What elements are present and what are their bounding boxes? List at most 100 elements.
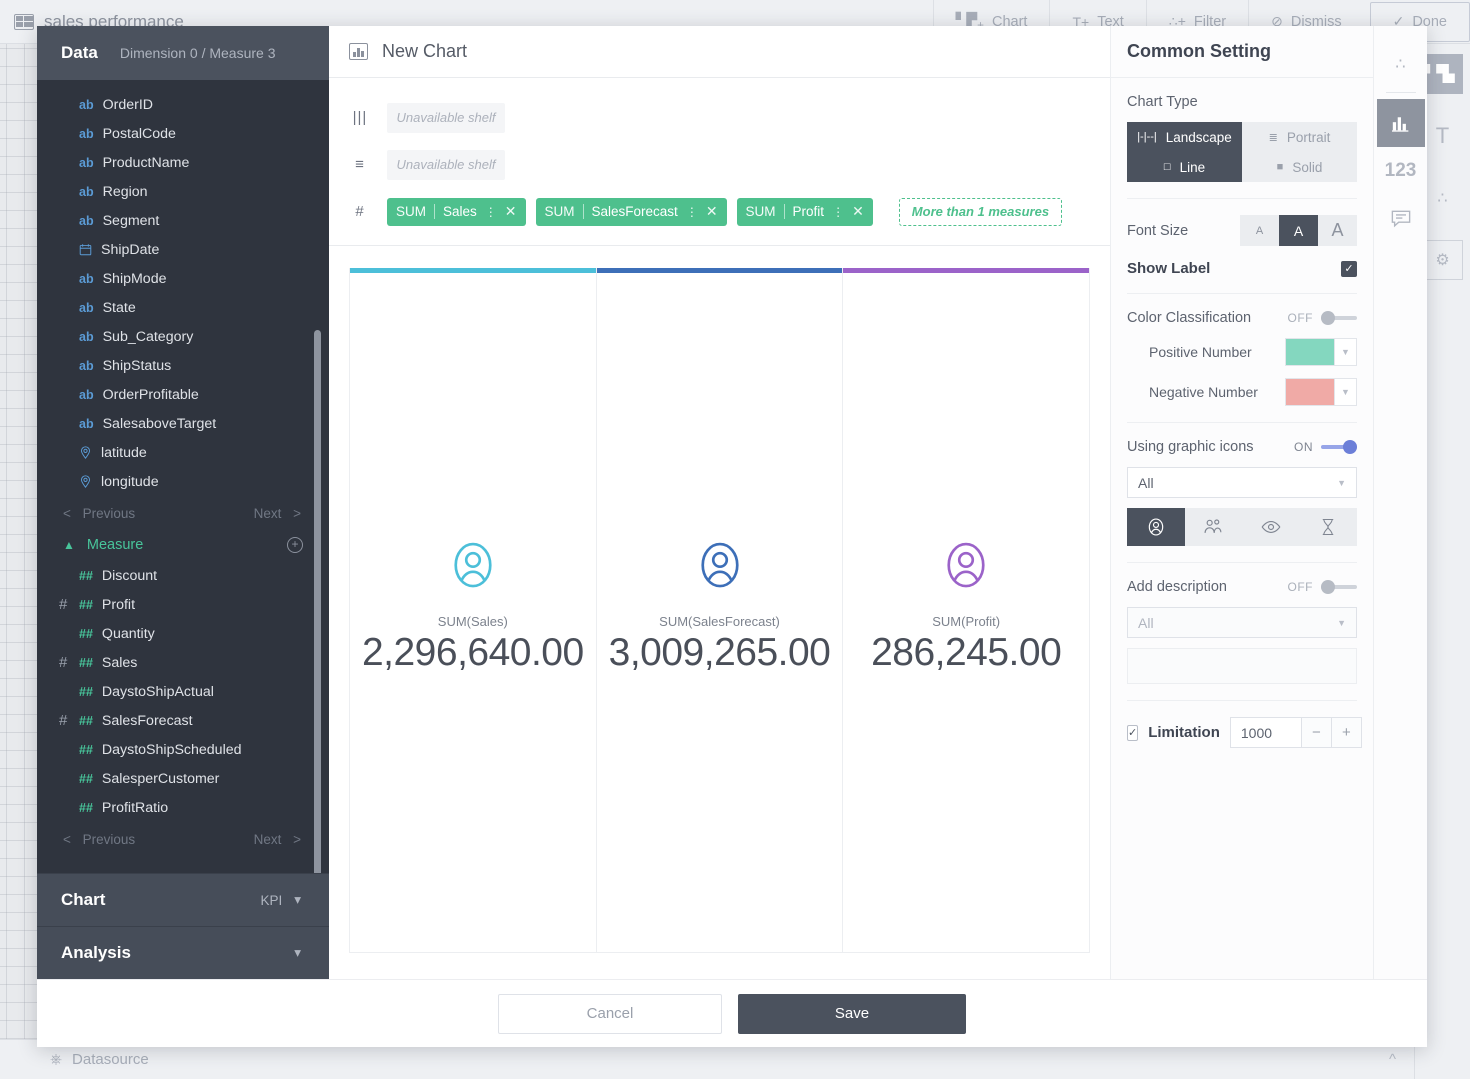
kpi-label: SUM(Sales) xyxy=(437,614,508,629)
filter-dots-icon[interactable]: ∴ xyxy=(1423,178,1463,218)
limitation-value-input[interactable]: 1000 xyxy=(1230,718,1301,747)
field-item[interactable]: ## Quantity xyxy=(37,619,329,648)
negative-number-color-picker[interactable]: ▼ xyxy=(1285,378,1357,406)
field-item[interactable]: ## Discount xyxy=(37,561,329,590)
field-item[interactable]: # ## Profit xyxy=(37,590,329,619)
font-size-small-button[interactable]: A xyxy=(1240,215,1279,246)
data-panel-scrollbar[interactable] xyxy=(314,330,321,873)
text-icon[interactable]: T xyxy=(1423,116,1463,156)
limitation-checkbox[interactable]: ✓ xyxy=(1127,724,1139,741)
field-item[interactable]: ab ShipStatus xyxy=(37,351,329,380)
pill-menu-icon[interactable]: ⋮ xyxy=(686,205,698,219)
font-size-large-button[interactable]: A xyxy=(1318,215,1357,246)
show-label-checkbox[interactable]: ✓ xyxy=(1341,260,1357,277)
field-item[interactable]: ab Sub_Category xyxy=(37,322,329,351)
kpi-card[interactable]: SUM(Profit) 286,245.00 xyxy=(843,268,1091,953)
pill-aggregation: SUM xyxy=(544,204,575,219)
group-icon[interactable] xyxy=(1184,508,1242,546)
add-description-toggle[interactable] xyxy=(1321,580,1357,594)
field-item[interactable]: ab State xyxy=(37,293,329,322)
measure-next-button[interactable]: Next > xyxy=(254,832,301,847)
pill-menu-icon[interactable]: ⋮ xyxy=(832,205,844,219)
add-description-select[interactable]: All ▼ xyxy=(1127,607,1357,638)
pill-remove-icon[interactable]: ✕ xyxy=(706,203,718,220)
field-name: Sales xyxy=(101,654,138,671)
kpi-card[interactable]: SUM(Sales) 2,296,640.00 xyxy=(349,268,597,953)
field-item[interactable]: # ## Sales xyxy=(37,648,329,677)
field-name: ShipStatus xyxy=(102,357,172,374)
chart-title[interactable]: New Chart xyxy=(382,41,467,62)
comment-icon[interactable] xyxy=(1377,195,1425,243)
limitation-decrement-button[interactable]: − xyxy=(1300,718,1331,747)
field-item[interactable]: ab ProductName xyxy=(37,148,329,177)
field-item[interactable]: ab Segment xyxy=(37,206,329,235)
measure-previous-button[interactable]: < Previous xyxy=(63,832,135,847)
chevron-up-icon[interactable]: ^ xyxy=(1389,1051,1396,1068)
chart-style-solid-button[interactable]: ■ Solid xyxy=(1242,152,1357,182)
chart-type-landscape-button[interactable]: |-|--| Landscape xyxy=(1127,122,1242,152)
field-item[interactable]: ## ProfitRatio xyxy=(37,793,329,822)
dimension-next-button[interactable]: Next > xyxy=(254,506,301,521)
add-description-toggle-wrap[interactable]: OFF xyxy=(1288,580,1357,594)
save-button[interactable]: Save xyxy=(738,993,966,1034)
chart-bar-icon[interactable]: ▘▜▖ xyxy=(1422,54,1463,94)
pill-remove-icon[interactable]: ✕ xyxy=(852,203,864,220)
pill-remove-icon[interactable]: ✕ xyxy=(505,203,517,220)
person-icon xyxy=(692,538,748,594)
shelf-row-columns: ||| Unavailable shelf xyxy=(329,94,1110,141)
toggle-knob xyxy=(1321,580,1335,594)
person-icon[interactable] xyxy=(1127,508,1185,546)
field-item[interactable]: latitude xyxy=(37,438,329,467)
eye-icon[interactable] xyxy=(1242,508,1300,546)
field-item[interactable]: ab OrderProfitable xyxy=(37,380,329,409)
rows-shelf-dropzone[interactable]: Unavailable shelf xyxy=(387,149,505,180)
positive-number-color-picker[interactable]: ▼ xyxy=(1285,338,1357,366)
measure-pill[interactable]: SUM Sales ⋮ ✕ xyxy=(387,197,526,226)
field-item[interactable]: ab ShipMode xyxy=(37,264,329,293)
graphic-icons-select[interactable]: All ▼ xyxy=(1127,467,1357,498)
color-classification-toggle-wrap[interactable]: OFF xyxy=(1288,311,1357,325)
kpi-card[interactable]: SUM(SalesForecast) 3,009,265.00 xyxy=(596,268,844,953)
kpi-value: 3,009,265.00 xyxy=(608,631,831,674)
chart-bar-icon[interactable] xyxy=(1376,99,1425,147)
dimension-previous-button[interactable]: < Previous xyxy=(63,506,135,521)
graphic-icons-toggle[interactable] xyxy=(1321,440,1357,454)
line-style-icon: □ xyxy=(1163,161,1171,173)
field-item[interactable]: ab PostalCode xyxy=(37,119,329,148)
number-123-icon[interactable]: 123 xyxy=(1377,147,1425,195)
analysis-accordion[interactable]: Analysis ▾ xyxy=(37,926,329,979)
field-item[interactable]: ## DaystoShipScheduled xyxy=(37,735,329,764)
columns-shelf-dropzone[interactable]: Unavailable shelf xyxy=(387,102,505,133)
show-label-label: Show Label xyxy=(1127,260,1211,277)
field-item[interactable]: ShipDate xyxy=(37,235,329,264)
measure-group-header[interactable]: ▲ Measure + xyxy=(37,525,329,561)
measure-pager: < Previous Next > xyxy=(37,822,329,851)
field-item[interactable]: ## SalesperCustomer xyxy=(37,764,329,793)
more-measures-hint[interactable]: More than 1 measures xyxy=(898,197,1063,226)
field-item[interactable]: longitude xyxy=(37,467,329,496)
add-measure-button[interactable]: + xyxy=(287,537,303,553)
cancel-button[interactable]: Cancel xyxy=(498,993,722,1034)
negative-color-swatch xyxy=(1286,379,1334,405)
color-classification-toggle[interactable] xyxy=(1321,311,1357,325)
chart-accordion[interactable]: Chart KPI ▾ xyxy=(37,873,329,926)
field-item[interactable]: # ## SalesForecast xyxy=(37,706,329,735)
field-item[interactable]: ## DaystoShipActual xyxy=(37,677,329,706)
gear-box-icon[interactable]: ⚙ xyxy=(1422,240,1463,280)
chart-style-line-button[interactable]: □ Line xyxy=(1127,152,1242,182)
add-description-textarea[interactable] xyxy=(1127,648,1357,684)
number-123-label: 123 xyxy=(1384,160,1417,181)
field-type-icon: ## xyxy=(79,568,93,583)
field-item[interactable]: ab Region xyxy=(37,177,329,206)
filter-dots-icon[interactable]: ∴ xyxy=(1377,40,1425,88)
field-item[interactable]: ab OrderID xyxy=(37,90,329,119)
chart-type-portrait-button[interactable]: ≣ Portrait xyxy=(1242,122,1357,152)
hourglass-icon[interactable] xyxy=(1299,508,1357,546)
font-size-medium-button[interactable]: A xyxy=(1279,215,1318,246)
pill-menu-icon[interactable]: ⋮ xyxy=(485,205,497,219)
measure-pill[interactable]: SUM Profit ⋮ ✕ xyxy=(736,197,873,226)
field-item[interactable]: ab SalesaboveTarget xyxy=(37,409,329,438)
measure-pill[interactable]: SUM SalesForecast ⋮ ✕ xyxy=(535,197,727,226)
limitation-increment-button[interactable]: + xyxy=(1330,718,1361,747)
graphic-icons-toggle-wrap[interactable]: ON xyxy=(1294,440,1357,454)
